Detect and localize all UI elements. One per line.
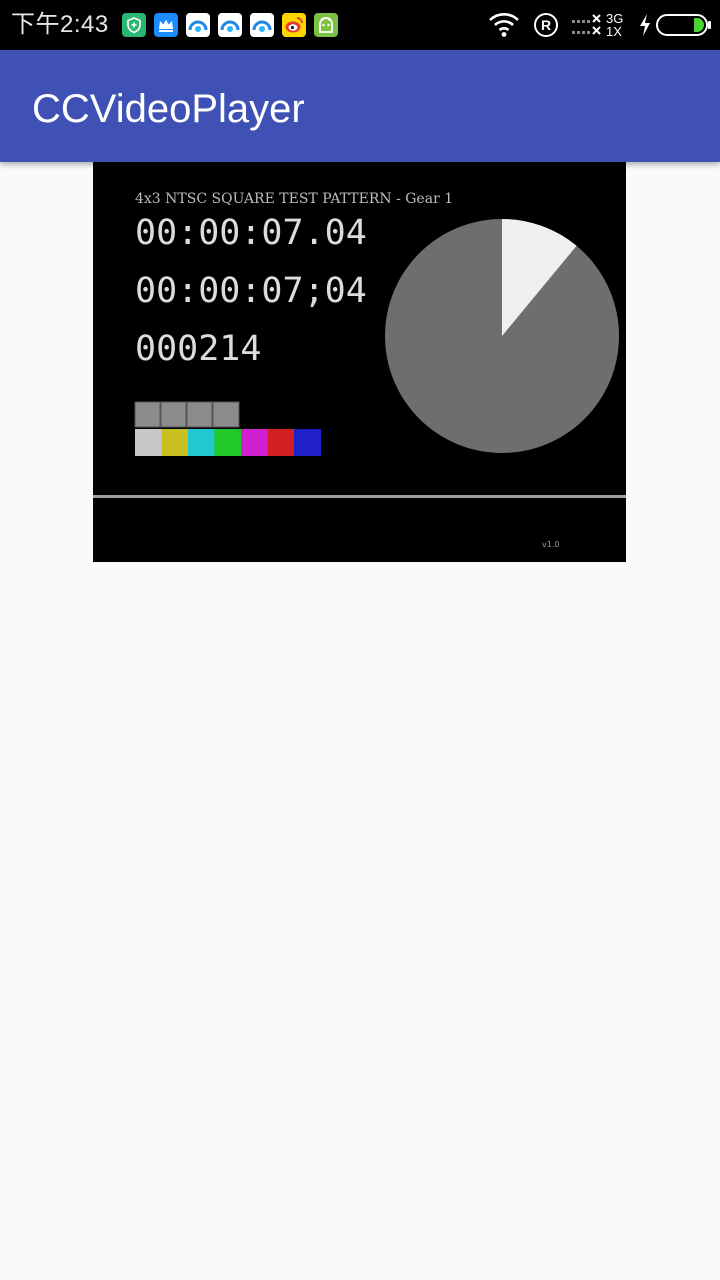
weibo-icon	[282, 13, 306, 37]
svg-text:R: R	[541, 17, 551, 33]
status-time: 下午2:43	[11, 11, 109, 38]
shield-icon	[122, 13, 146, 37]
color-bars	[135, 429, 321, 456]
crown-icon	[154, 13, 178, 37]
color-bar	[294, 429, 321, 456]
gray-blocks	[134, 401, 240, 428]
qq-browser-icon	[250, 13, 274, 37]
status-bar: 下午2:43 R 3G 1X	[0, 0, 720, 50]
color-bar	[161, 429, 189, 456]
qq-browser-icon	[186, 13, 210, 37]
version-text: v1.0	[542, 540, 559, 549]
color-bar	[241, 429, 268, 456]
battery-icon	[656, 14, 712, 41]
app-bar: CCVideoPlayer	[0, 50, 720, 162]
network-sub-label: 1X	[606, 24, 622, 39]
wifi-icon	[488, 11, 520, 44]
android-icon	[314, 13, 338, 37]
registered-icon: R	[533, 12, 559, 43]
app-title: CCVideoPlayer	[32, 87, 305, 131]
color-bar	[188, 429, 215, 456]
color-bar	[214, 429, 242, 456]
timecode-text: 00:00:07.04	[135, 213, 367, 253]
qq-browser-icon	[218, 13, 242, 37]
signal-icon	[572, 13, 604, 42]
color-bar	[267, 429, 295, 456]
test-pattern-header: 4x3 NTSC SQUARE TEST PATTERN - Gear 1	[135, 191, 453, 207]
charging-icon	[638, 14, 652, 41]
color-bar	[135, 429, 162, 456]
video-player[interactable]: 4x3 NTSC SQUARE TEST PATTERN - Gear 1 00…	[93, 162, 626, 562]
frame-count-text: 000214	[135, 329, 261, 369]
drop-frame-timecode-text: 00:00:07;04	[135, 271, 367, 311]
frame-divider	[93, 495, 626, 498]
video-frame: 4x3 NTSC SQUARE TEST PATTERN - Gear 1 00…	[93, 162, 626, 562]
